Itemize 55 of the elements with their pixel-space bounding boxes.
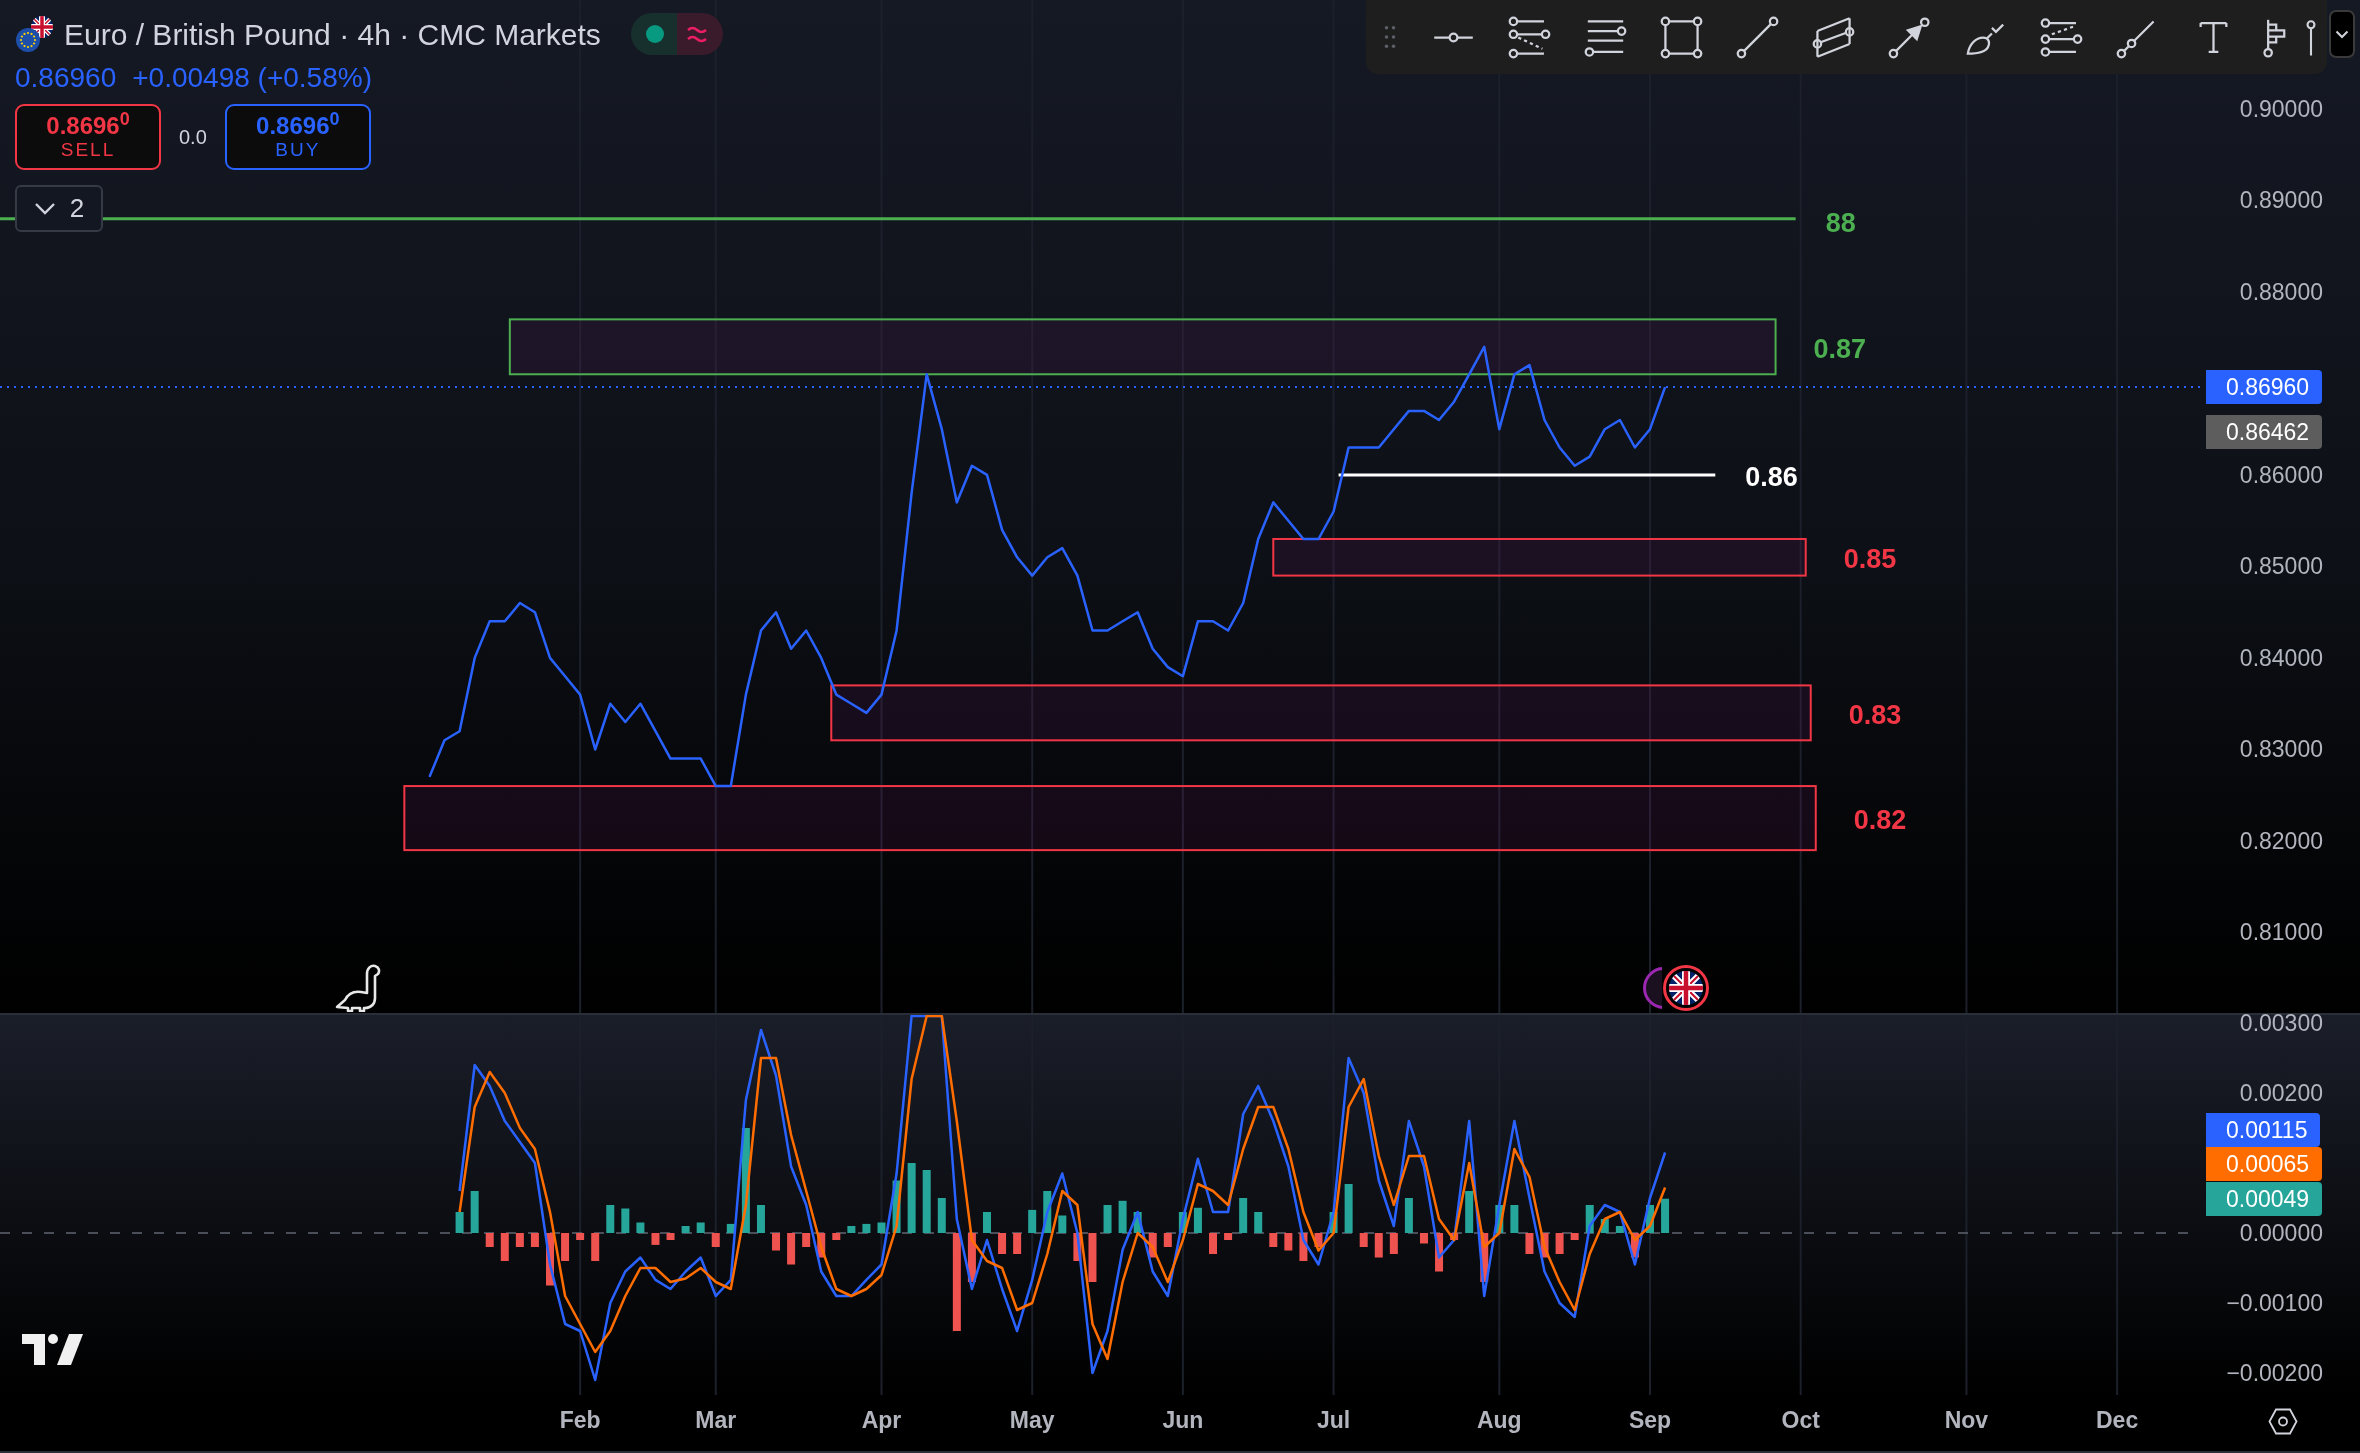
level-lines-icon[interactable] bbox=[1506, 14, 1552, 60]
zone-label: 0.82 bbox=[1853, 805, 1907, 836]
wave-icon bbox=[676, 13, 723, 55]
price-axis-label: 0.82000 bbox=[2239, 826, 2323, 856]
toolbar-more-button[interactable] bbox=[2329, 10, 2355, 58]
zone-label: 0.85 bbox=[1843, 544, 1897, 575]
time-axis-label: Nov bbox=[1944, 1406, 1989, 1434]
value-tag: 0.00065 bbox=[2206, 1147, 2323, 1182]
currency-flags-icon bbox=[15, 15, 55, 53]
trend-line-icon[interactable] bbox=[1734, 14, 1780, 60]
indicator-axis-label: 0.00300 bbox=[2239, 1009, 2323, 1038]
level-label: 88 bbox=[1825, 207, 1856, 238]
last-price: 0.86960 bbox=[15, 61, 117, 95]
time-axis-label: Aug bbox=[1476, 1406, 1522, 1434]
time-axis-label: Mar bbox=[695, 1406, 737, 1434]
price-axis-label: 0.84000 bbox=[2239, 643, 2323, 673]
buy-button[interactable]: 0.8696$^{0}$ BUY bbox=[224, 104, 371, 170]
price-tag: 0.86462 bbox=[2206, 415, 2323, 450]
value-tag: 0.00049 bbox=[2206, 1181, 2323, 1216]
spread-value: 0.0 bbox=[179, 125, 207, 150]
time-axis-label: May bbox=[1009, 1406, 1055, 1434]
flag-marker-icon[interactable] bbox=[1662, 964, 1710, 1012]
price-axis-label: 0.88000 bbox=[2239, 277, 2323, 307]
time-axis-label: Dec bbox=[2096, 1406, 2139, 1434]
value-tag: 0.00115 bbox=[2206, 1112, 2321, 1147]
price-axis-label: 0.90000 bbox=[2239, 94, 2323, 124]
price-axis-label: 0.83000 bbox=[2239, 735, 2323, 765]
indicator-axis-label: 0.00000 bbox=[2239, 1219, 2323, 1248]
logo-icon[interactable] bbox=[22, 1333, 86, 1366]
sell-button[interactable]: 0.8696$^{0}$ SELL bbox=[15, 104, 161, 170]
level-label: 0.86 bbox=[1745, 461, 1798, 492]
time-axis-label: Apr bbox=[861, 1406, 902, 1434]
time-axis-label: Feb bbox=[559, 1406, 601, 1434]
indicator-axis-label: −0.00100 bbox=[2226, 1289, 2323, 1318]
chevron-down-icon bbox=[2335, 29, 2349, 39]
price-axis-label: 0.86000 bbox=[2239, 460, 2323, 490]
time-axis-label: Oct bbox=[1781, 1406, 1820, 1434]
indicator-axis-label: 0.00200 bbox=[2239, 1079, 2323, 1108]
time-axis-label: Jul bbox=[1316, 1406, 1351, 1434]
rectangle-icon[interactable] bbox=[1658, 14, 1704, 60]
settings-icon[interactable] bbox=[2268, 1408, 2298, 1435]
zone-label: 0.87 bbox=[1813, 333, 1867, 364]
chart-title: Euro / British Pound · 4h · CMC Markets bbox=[64, 16, 601, 53]
price-change: +0.00498 (+0.58%) bbox=[132, 61, 372, 95]
current-price-tag: 0.86960 bbox=[2206, 370, 2323, 405]
indicator-axis-label: −0.00200 bbox=[2226, 1359, 2323, 1388]
price-axis-label: 0.85000 bbox=[2239, 552, 2323, 582]
time-axis-label: Jun bbox=[1162, 1406, 1204, 1434]
arrow-icon[interactable] bbox=[1886, 14, 1932, 60]
price-axis-label: 0.81000 bbox=[2239, 918, 2323, 948]
time-axis-label: Sep bbox=[1628, 1406, 1672, 1434]
price-axis-label: 0.89000 bbox=[2239, 186, 2323, 216]
indicators-toggle-button[interactable]: 2 bbox=[15, 185, 103, 232]
parallel-channel-icon[interactable] bbox=[1810, 14, 1856, 60]
zone-label: 0.83 bbox=[1848, 699, 1902, 730]
